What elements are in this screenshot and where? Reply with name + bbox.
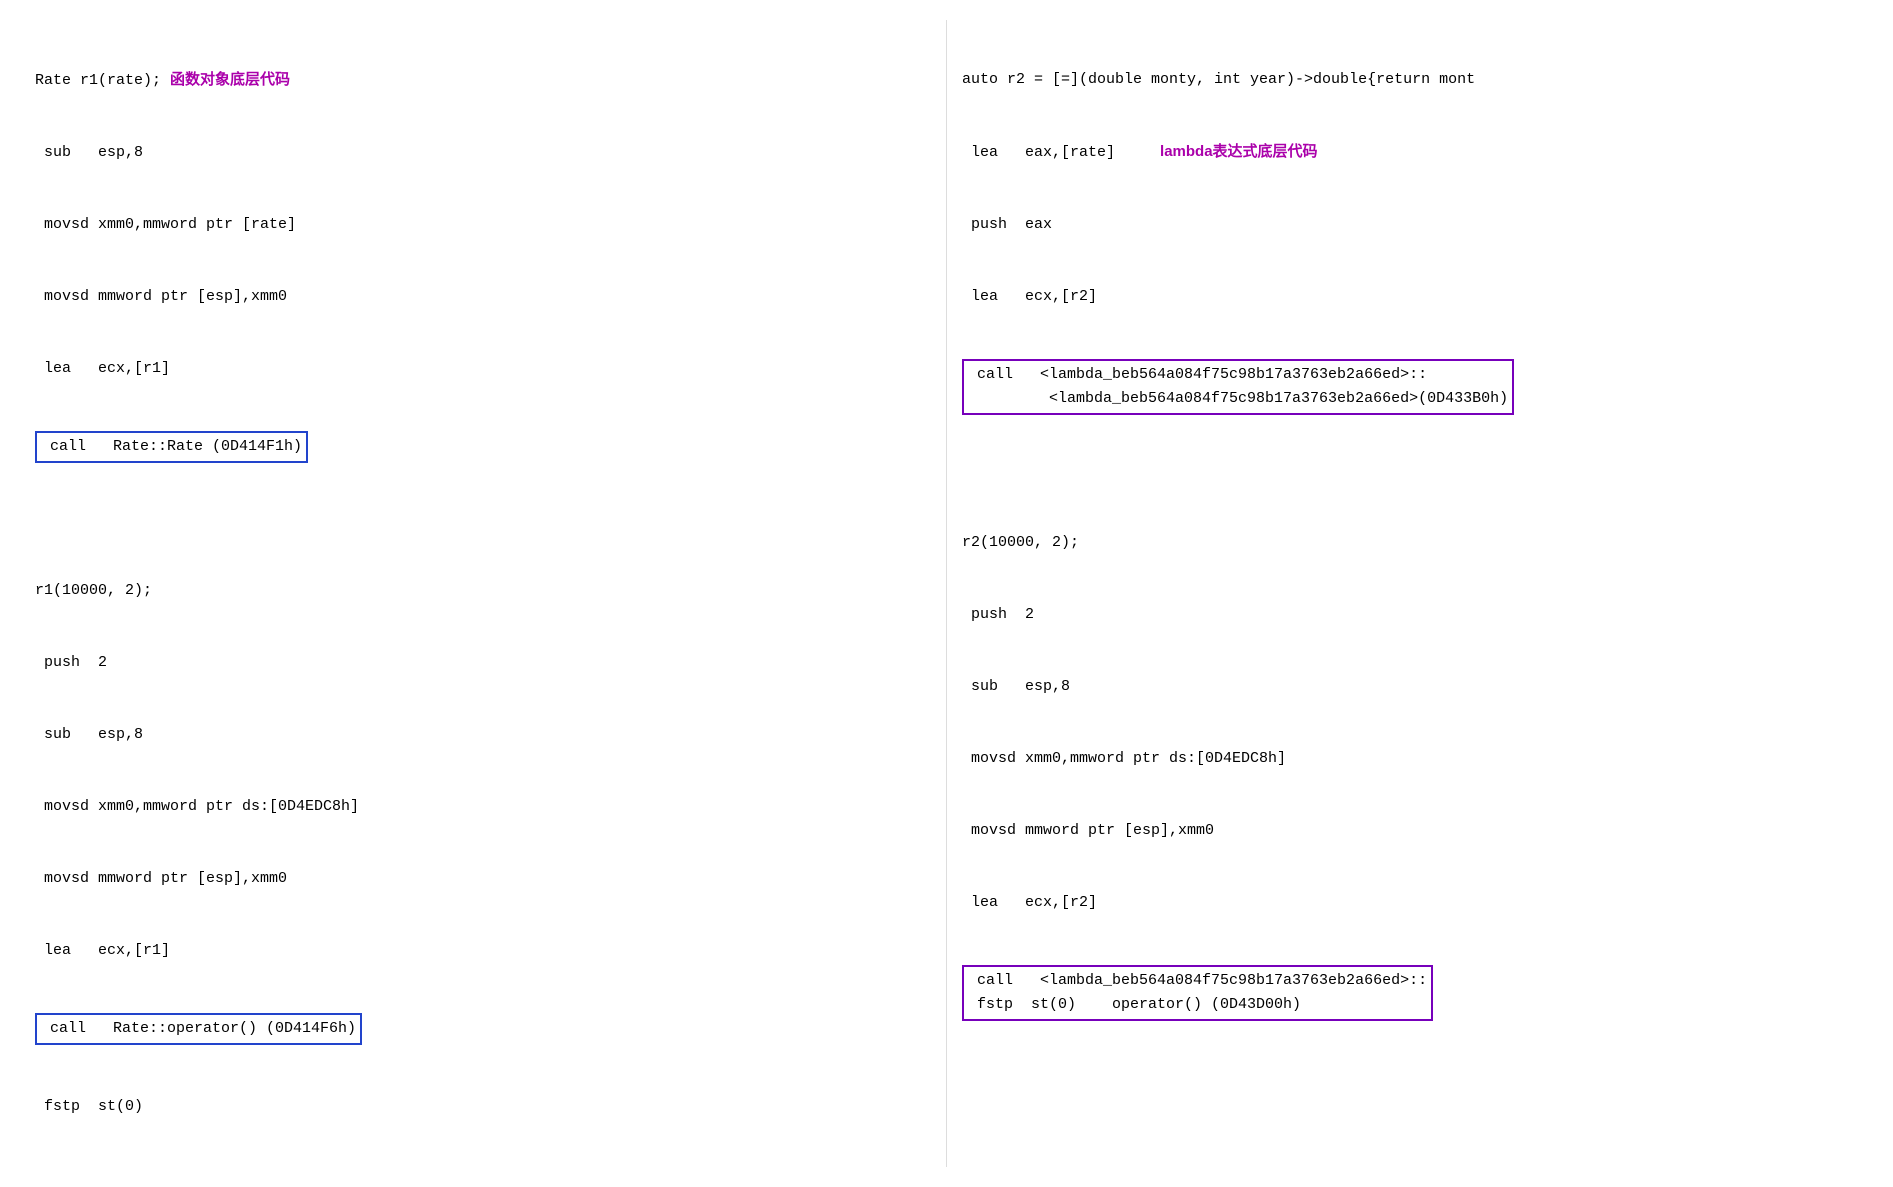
left-line-movsd2: movsd mmword ptr [esp],xmm0 (35, 867, 931, 891)
left-column: Rate r1(rate); 函数对象底层代码 sub esp,8 movsd … (20, 10, 946, 1177)
right-line-movsd1: movsd xmm0,mmword ptr ds:[0D4EDC8h] (962, 747, 1858, 771)
right-call-2: call <lambda_beb564a084f75c98b17a3763eb2… (962, 963, 1858, 1023)
left-code-block1: Rate r1(rate); 函数对象底层代码 sub esp,8 movsd … (35, 20, 931, 513)
left-line-2: sub esp,8 (35, 141, 931, 165)
right-label-1: lambda表达式底层代码 (1160, 143, 1318, 160)
right-line-sub2: sub esp,8 (962, 675, 1858, 699)
left-call-1: call Rate::Rate (0D414F1h) (35, 429, 931, 465)
left-line-lea: lea ecx,[r1] (35, 939, 931, 963)
left-line-4: movsd mmword ptr [esp],xmm0 (35, 285, 931, 309)
right-line-r2: r2(10000, 2); (962, 531, 1858, 555)
left-line-push: push 2 (35, 651, 931, 675)
left-line-5: lea ecx,[r1] (35, 357, 931, 381)
left-call-box-2: call Rate::operator() (0D414F6h) (35, 1013, 362, 1045)
left-line-r1: r1(10000, 2); (35, 579, 931, 603)
left-line-1-text: Rate r1(rate); (35, 72, 170, 89)
right-code-block2: r2(10000, 2); push 2 sub esp,8 movsd xmm… (962, 483, 1858, 1071)
right-column: auto r2 = [=](double monty, int year)->d… (947, 10, 1873, 1177)
left-line-3: movsd xmm0,mmword ptr [rate] (35, 213, 931, 237)
right-call-box-1: call <lambda_beb564a084f75c98b17a3763eb2… (962, 359, 1514, 415)
right-line-movsd2: movsd mmword ptr [esp],xmm0 (962, 819, 1858, 843)
right-line-push: push eax (962, 213, 1858, 237)
right-line-auto: auto r2 = [=](double monty, int year)->d… (962, 68, 1858, 92)
right-code-block1: auto r2 = [=](double monty, int year)->d… (962, 20, 1858, 465)
left-label-1: 函数对象底层代码 (170, 71, 290, 88)
left-line-sub: sub esp,8 (35, 723, 931, 747)
right-line-lea3: lea ecx,[r2] (962, 891, 1858, 915)
left-call-box-1: call Rate::Rate (0D414F1h) (35, 431, 308, 463)
left-call-2: call Rate::operator() (0D414F6h) (35, 1011, 931, 1047)
right-line-push2: push 2 (962, 603, 1858, 627)
left-code-block2: r1(10000, 2); push 2 sub esp,8 movsd xmm… (35, 531, 931, 1167)
left-line-fstp: fstp st(0) (35, 1095, 931, 1119)
right-call-1: call <lambda_beb564a084f75c98b17a3763eb2… (962, 357, 1858, 417)
left-line-1: Rate r1(rate); 函数对象底层代码 (35, 68, 931, 93)
right-call-box-2: call <lambda_beb564a084f75c98b17a3763eb2… (962, 965, 1433, 1021)
right-line-lea: lea eax,[rate] lambda表达式底层代码 (962, 140, 1858, 165)
left-line-movsd1: movsd xmm0,mmword ptr ds:[0D4EDC8h] (35, 795, 931, 819)
right-line-lea2: lea ecx,[r2] (962, 285, 1858, 309)
